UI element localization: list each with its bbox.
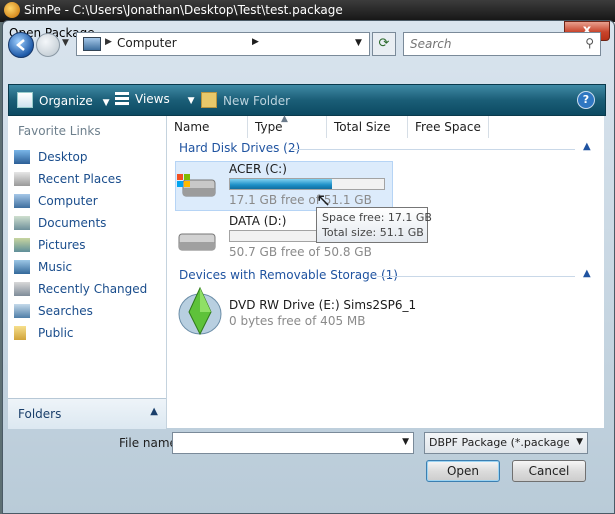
tooltip-total-size: Total size: 51.1 GB <box>322 226 424 239</box>
command-toolbar: Organize ▼ Views ▼ New Folder ? <box>8 84 606 116</box>
nav-item-public[interactable]: Public <box>14 324 162 344</box>
nav-item-documents[interactable]: Documents <box>14 214 162 234</box>
hard-drive-icon <box>177 228 217 254</box>
nav-item-label: Music <box>38 260 72 274</box>
organize-label: Organize <box>39 94 93 108</box>
drive-name: ACER (C:) <box>229 162 287 176</box>
nav-item-recently-changed[interactable]: Recently Changed <box>14 280 162 300</box>
recent-places-icon <box>14 172 30 186</box>
sims-dvd-drive-icon <box>177 286 223 336</box>
column-label: Total Size <box>334 120 390 134</box>
nav-item-label: Computer <box>38 194 98 208</box>
nav-item-label: Desktop <box>38 150 88 164</box>
drive-usage-fill <box>230 179 332 189</box>
file-type-select[interactable]: DBPF Package (*.package;*. ▼ <box>424 432 588 454</box>
app-title: SimPe - C:\Users\Jonathan\Desktop\Test\t… <box>24 3 343 17</box>
documents-icon <box>14 216 30 230</box>
forward-button[interactable] <box>36 33 60 57</box>
views-button[interactable]: Views ▼ <box>115 92 194 106</box>
chevron-down-icon[interactable]: ▼ <box>402 437 409 447</box>
new-folder-button[interactable]: New Folder <box>201 92 290 108</box>
drive-free-text: 50.7 GB free of 50.8 GB <box>229 245 372 259</box>
organize-button[interactable]: Organize ▼ <box>17 92 110 108</box>
new-folder-icon <box>201 92 217 108</box>
cancel-button[interactable]: Cancel <box>512 460 586 482</box>
nav-item-label: Pictures <box>38 238 86 252</box>
search-icon[interactable]: ⚲ <box>585 36 594 50</box>
hard-drive-windows-icon <box>177 174 217 200</box>
chevron-up-icon: ▲ <box>150 406 158 417</box>
nav-item-recent-places[interactable]: Recent Places <box>14 170 162 190</box>
group-header-removable-storage[interactable]: Devices with Removable Storage (1) <box>179 268 398 282</box>
searches-icon <box>14 304 30 318</box>
search-input[interactable] <box>408 36 580 52</box>
column-header-total-size[interactable]: Total Size <box>327 116 408 138</box>
recent-pages-dropdown-icon[interactable]: ▼ <box>62 38 69 48</box>
music-icon <box>14 260 30 274</box>
column-header-name[interactable]: Name <box>167 116 248 138</box>
column-label: Name <box>174 120 209 134</box>
column-label: Free Space <box>415 120 481 134</box>
file-name-input[interactable]: ▼ <box>172 432 414 454</box>
drive-name: DATA (D:) <box>229 214 286 228</box>
recently-changed-icon <box>14 282 30 296</box>
back-button[interactable] <box>8 32 34 58</box>
column-header-free-space[interactable]: Free Space <box>408 116 489 138</box>
app-title-bar: SimPe - C:\Users\Jonathan\Desktop\Test\t… <box>0 0 615 22</box>
column-label: Type <box>255 120 283 134</box>
chevron-right-icon[interactable]: ▶ <box>252 37 259 47</box>
nav-item-label: Recently Changed <box>38 282 147 296</box>
refresh-button[interactable]: ⟳ <box>372 32 396 56</box>
views-label: Views <box>135 92 170 106</box>
organize-icon <box>17 92 33 108</box>
drive-usage-bar <box>229 178 385 190</box>
file-list: Name Type ▲ Total Size Free Space Hard D… <box>167 116 604 428</box>
group-divider <box>377 276 575 277</box>
nav-item-label: Documents <box>38 216 106 230</box>
chevron-down-icon: ▼ <box>188 96 195 106</box>
simpe-logo-icon <box>4 2 20 18</box>
address-path[interactable]: Computer <box>117 36 177 50</box>
public-folder-icon <box>14 326 26 340</box>
open-button[interactable]: Open <box>426 460 500 482</box>
tooltip-space-free: Space free: 17.1 GB <box>322 211 432 224</box>
nav-item-pictures[interactable]: Pictures <box>14 236 162 256</box>
computer-icon <box>83 37 101 51</box>
group-divider <box>291 149 575 150</box>
chevron-right-icon[interactable]: ▶ <box>105 37 112 47</box>
folders-toggle[interactable]: Folders ▲ <box>8 398 166 429</box>
nav-item-desktop[interactable]: Desktop <box>14 148 162 168</box>
pictures-icon <box>14 238 30 252</box>
nav-item-label: Searches <box>38 304 93 318</box>
chevron-down-icon: ▼ <box>103 98 110 108</box>
chevron-up-icon[interactable]: ▲ <box>583 268 591 279</box>
drive-free-text: 0 bytes free of 405 MB <box>229 314 365 328</box>
computer-icon <box>14 194 30 208</box>
group-header-hard-disk-drives[interactable]: Hard Disk Drives (2) <box>179 141 300 155</box>
desktop-icon <box>14 150 30 164</box>
nav-item-music[interactable]: Music <box>14 258 162 278</box>
address-bar[interactable]: ▶ Computer ▶ ▼ <box>76 32 370 56</box>
favorite-links-header: Favorite Links <box>18 124 101 138</box>
sort-ascending-icon: ▲ <box>281 114 288 124</box>
back-arrow-icon <box>9 33 33 57</box>
help-button[interactable]: ? <box>577 91 595 109</box>
file-type-value: DBPF Package (*.package;*. <box>429 436 569 449</box>
search-box[interactable]: ⚲ <box>403 32 601 56</box>
drive-free-text: 17.1 GB free of 51.1 GB <box>229 193 372 207</box>
views-icon <box>115 92 129 106</box>
address-dropdown-icon[interactable]: ▼ <box>355 38 362 48</box>
chevron-down-icon: ▼ <box>576 437 583 447</box>
drive-tooltip: Space free: 17.1 GB Total size: 51.1 GB <box>316 207 428 243</box>
folders-label: Folders <box>18 407 61 421</box>
drive-name: DVD RW Drive (E:) Sims2SP6_1 <box>229 298 416 312</box>
navigation-pane: Favorite Links Desktop Recent Places Com… <box>8 116 167 428</box>
nav-item-label: Recent Places <box>38 172 121 186</box>
nav-item-label: Public <box>38 326 74 340</box>
nav-item-computer[interactable]: Computer <box>14 192 162 212</box>
nav-item-searches[interactable]: Searches <box>14 302 162 322</box>
new-folder-label: New Folder <box>223 94 290 108</box>
chevron-up-icon[interactable]: ▲ <box>583 141 591 152</box>
